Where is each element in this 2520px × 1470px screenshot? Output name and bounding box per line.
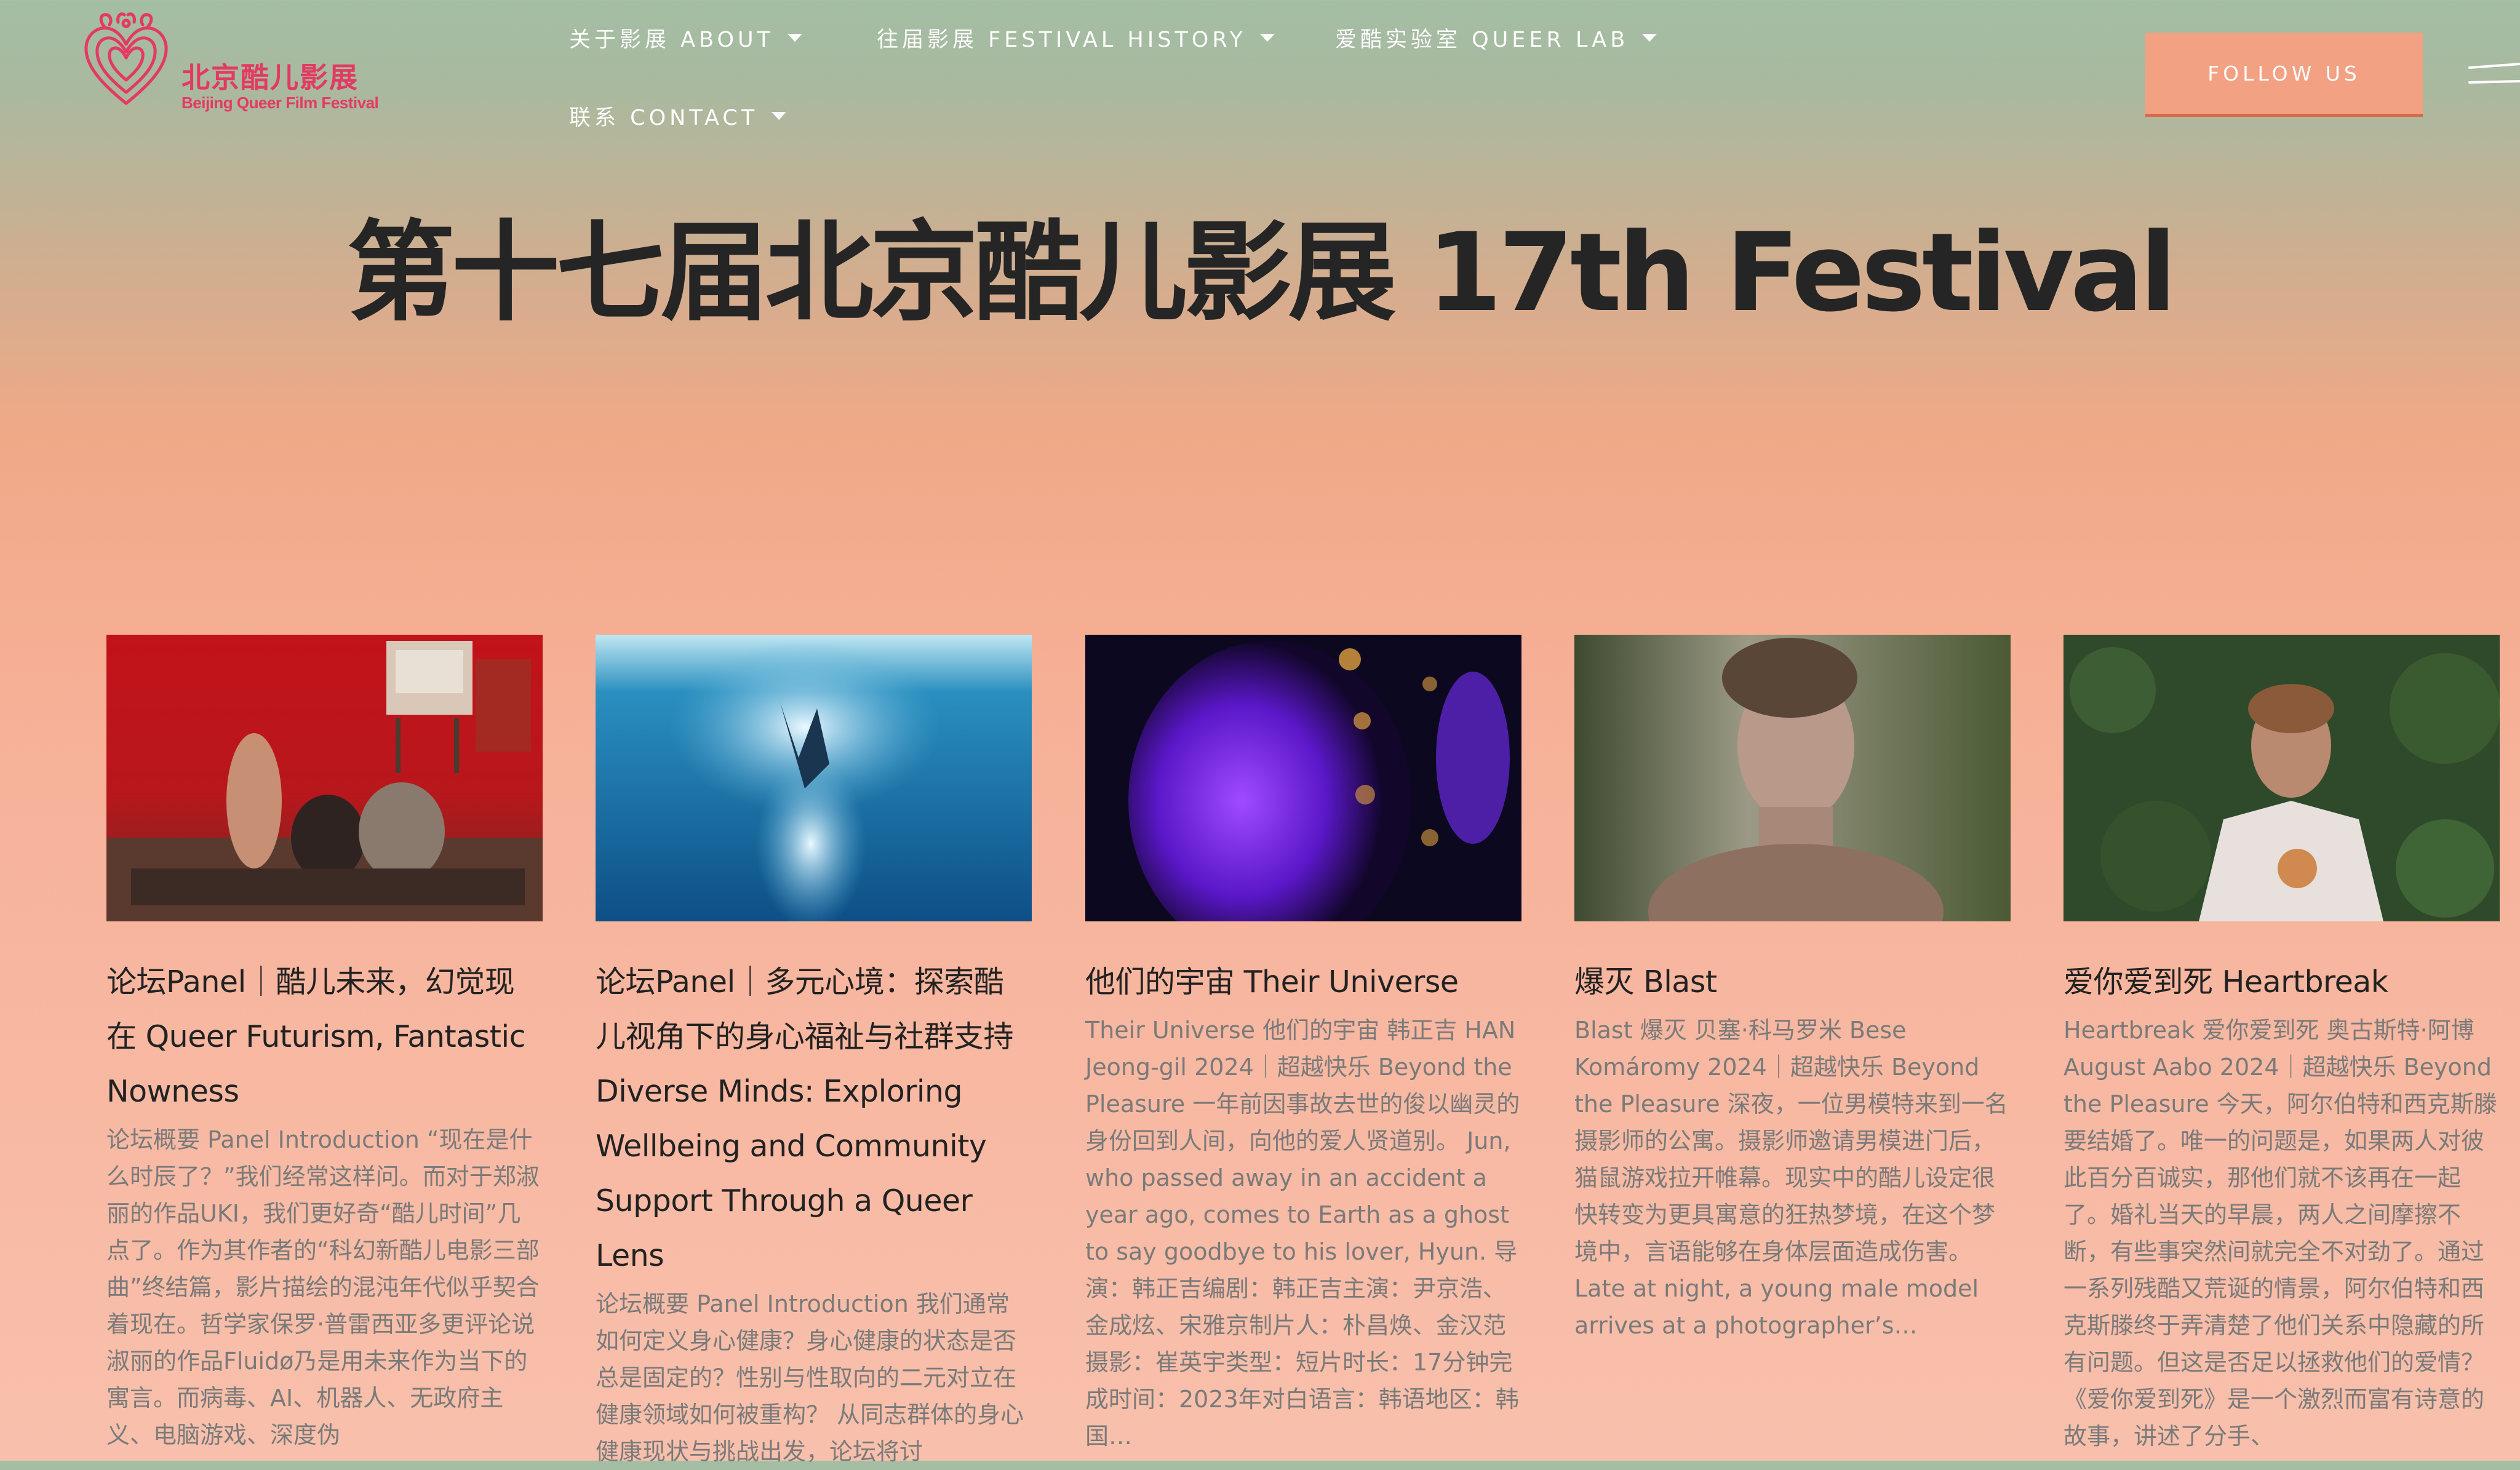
nav-item-label: 往届影展 FESTIVAL HISTORY [877, 28, 1246, 52]
hamburger-menu-icon[interactable] [2467, 62, 2520, 86]
post-excerpt: Blast 爆灭 贝塞·科马罗米 Bese Komáromy 2024｜超越快乐… [1574, 1017, 2008, 1339]
post-title-link[interactable]: 论坛Panel｜多元心境：探索酷儿视角下的身心福祉与社群支持 Diverse M… [596, 955, 1032, 1283]
post-excerpt: Their Universe 他们的宇宙 韩正吉 HAN Jeong-gil 2… [1085, 1017, 1520, 1450]
post-excerpt: Heartbreak 爱你爱到死 奥古斯特·阿博 August Aabo 202… [2063, 1017, 2497, 1450]
post-thumbnail-image[interactable] [1574, 635, 2011, 921]
post-card: 论坛Panel｜酷儿未来，幻觉现在 Queer Futurism, Fantas… [106, 635, 543, 1453]
post-card: 他们的宇宙 Their Universe Their Universe 他们的宇… [1085, 635, 1521, 1455]
nav-item-queer-lab[interactable]: 爱酷实验室 QUEER LAB [1335, 22, 1657, 54]
post-title-link[interactable]: 他们的宇宙 Their Universe [1085, 955, 1521, 1009]
post-card: 爱你爱到死 Heartbreak Heartbreak 爱你爱到死 奥古斯特·阿… [2063, 635, 2500, 1455]
caret-down-icon [772, 112, 787, 120]
logo-name-cn: 北京酷儿影展 [181, 61, 359, 94]
follow-us-button[interactable]: FOLLOW US [2145, 33, 2423, 117]
post-title-link[interactable]: 爱你爱到死 Heartbreak [2063, 955, 2500, 1009]
post-excerpt: 论坛概要 Panel Introduction 我们通常如何定义身心健康？身心健… [596, 1290, 1024, 1465]
nav-item-contact[interactable]: 联系 CONTACT [569, 100, 787, 132]
site-header: 北京酷儿影展 Beijing Queer Film Festival 关于影展 … [0, 0, 2520, 154]
nav-item-festival-history[interactable]: 往届影展 FESTIVAL HISTORY [877, 22, 1275, 54]
post-excerpt: 论坛概要 Panel Introduction “现在是什么时辰了？”我们经常这… [106, 1126, 540, 1448]
post-card: 爆灭 Blast Blast 爆灭 贝塞·科马罗米 Bese Komáromy … [1574, 635, 2011, 1344]
site-logo[interactable]: 北京酷儿影展 Beijing Queer Film Festival [80, 11, 379, 112]
heart-logo-icon [84, 12, 168, 105]
nav-item-label: 关于影展 ABOUT [569, 28, 775, 52]
post-thumbnail-image[interactable] [1085, 635, 1521, 921]
caret-down-icon [1259, 34, 1275, 42]
nav-item-about[interactable]: 关于影展 ABOUT [569, 22, 803, 54]
post-title-link[interactable]: 论坛Panel｜酷儿未来，幻觉现在 Queer Futurism, Fantas… [106, 955, 543, 1119]
caret-down-icon [1642, 34, 1657, 42]
post-card: 论坛Panel｜多元心境：探索酷儿视角下的身心福祉与社群支持 Diverse M… [596, 635, 1032, 1470]
logo-name-en: Beijing Queer Film Festival [181, 93, 379, 112]
caret-down-icon [788, 34, 803, 42]
post-thumbnail-image[interactable] [2063, 635, 2500, 921]
post-title-link[interactable]: 爆灭 Blast [1574, 955, 2011, 1009]
nav-item-label: 联系 CONTACT [569, 106, 759, 130]
post-thumbnail-image[interactable] [596, 635, 1032, 921]
nav-item-label: 爱酷实验室 QUEER LAB [1335, 28, 1629, 52]
page-title: 第十七届北京酷儿影展 17th Festival [346, 210, 2177, 336]
post-thumbnail-image[interactable] [106, 635, 543, 921]
